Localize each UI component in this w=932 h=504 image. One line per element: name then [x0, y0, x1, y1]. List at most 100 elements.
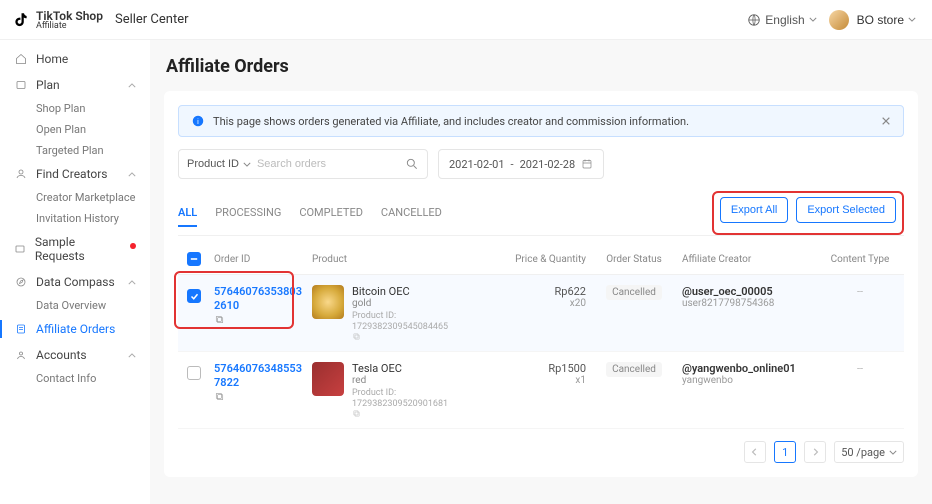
seller-center-label: Seller Center — [115, 12, 189, 27]
search-type-select[interactable]: Product ID — [187, 158, 251, 170]
creator-name: user8217798754368 — [682, 298, 812, 309]
sidebar-sub-shop-plan[interactable]: Shop Plan — [0, 98, 150, 119]
sidebar-item-label: Affiliate Orders — [36, 322, 115, 336]
tab-cancelled[interactable]: CANCELLED — [381, 200, 442, 227]
table-row: 576460763485537822 Tesla OEC red Product… — [178, 352, 904, 429]
sidebar-sub-open-plan[interactable]: Open Plan — [0, 119, 150, 140]
sidebar-item-label: Find Creators — [36, 167, 108, 181]
prev-page-button[interactable] — [744, 441, 766, 463]
date-separator: - — [511, 158, 514, 171]
content-type: -- — [857, 362, 863, 375]
home-icon — [14, 52, 28, 66]
sidebar-sub-contact-info[interactable]: Contact Info — [0, 368, 150, 389]
orders-card: i This page shows orders generated via A… — [164, 91, 918, 477]
product-id: Product ID: 1729382309545084465 — [352, 311, 448, 332]
search-input[interactable] — [257, 158, 399, 170]
store-selector[interactable]: BO store — [829, 10, 916, 30]
box-icon — [14, 242, 27, 256]
tabs-row: ALL PROCESSING COMPLETED CANCELLED Expor… — [178, 191, 904, 236]
select-all-checkbox[interactable] — [187, 252, 201, 266]
page-size-select[interactable]: 50 /page — [834, 441, 904, 463]
sidebar-sub-targeted-plan[interactable]: Targeted Plan — [0, 140, 150, 161]
product-name: Tesla OEC — [352, 362, 488, 375]
status-badge: Cancelled — [606, 362, 662, 377]
page-title: Affiliate Orders — [166, 56, 918, 77]
chevron-down-icon — [243, 162, 251, 167]
copy-icon[interactable] — [214, 391, 304, 402]
th-creator: Affiliate Creator — [682, 254, 812, 265]
chevron-up-icon — [128, 172, 136, 177]
export-highlight-box: Export All Export Selected — [712, 191, 904, 235]
plan-icon — [14, 78, 28, 92]
copy-icon[interactable] — [352, 332, 488, 341]
sidebar-item-label: Sample Requests — [35, 235, 121, 263]
row-checkbox[interactable] — [187, 289, 201, 303]
price: Rp1500 — [496, 362, 586, 375]
next-page-button[interactable] — [804, 441, 826, 463]
sidebar-item-affiliate-orders[interactable]: Affiliate Orders — [0, 316, 150, 342]
sidebar-item-data-compass[interactable]: Data Compass — [0, 269, 150, 295]
table-header-row: Order ID Product Price & Quantity Order … — [178, 244, 904, 275]
tab-processing[interactable]: PROCESSING — [215, 200, 281, 227]
tab-all[interactable]: ALL — [178, 200, 197, 227]
table-row: 576460763538032610 Bitcoin OEC gold Prod… — [178, 275, 904, 352]
sidebar-item-home[interactable]: Home — [0, 46, 150, 72]
price: Rp622 — [496, 285, 586, 298]
export-selected-button[interactable]: Export Selected — [796, 197, 896, 223]
th-order-id: Order ID — [214, 254, 304, 265]
sidebar-item-plan[interactable]: Plan — [0, 72, 150, 98]
search-type-label: Product ID — [187, 158, 239, 170]
th-content: Content Type — [820, 254, 900, 265]
chevron-up-icon — [128, 280, 136, 285]
tab-completed[interactable]: COMPLETED — [299, 200, 363, 227]
product-thumbnail — [312, 285, 344, 319]
sidebar-item-accounts[interactable]: Accounts — [0, 342, 150, 368]
close-icon[interactable] — [881, 116, 891, 126]
chevron-down-icon — [809, 17, 817, 22]
date-end: 2021-02-28 — [520, 158, 576, 171]
sidebar-sub-invitation-history[interactable]: Invitation History — [0, 208, 150, 229]
creator-handle: @yangwenbo_online01 — [682, 362, 812, 375]
sidebar-sub-creator-marketplace[interactable]: Creator Marketplace — [0, 187, 150, 208]
chevron-down-icon — [889, 450, 897, 455]
logo: TikTok Shop Affiliate — [12, 9, 103, 31]
chevron-down-icon — [908, 17, 916, 22]
sidebar-item-find-creators[interactable]: Find Creators — [0, 161, 150, 187]
chevron-up-icon — [128, 353, 136, 358]
export-all-button[interactable]: Export All — [720, 197, 788, 223]
sidebar-item-label: Accounts — [36, 348, 87, 362]
orders-icon — [14, 322, 28, 336]
orders-table: Order ID Product Price & Quantity Order … — [178, 244, 904, 429]
date-range-picker[interactable]: 2021-02-01 - 2021-02-28 — [438, 149, 604, 179]
notification-dot-icon — [130, 243, 136, 249]
page-number[interactable]: 1 — [774, 441, 796, 463]
product-thumbnail — [312, 362, 344, 396]
date-start: 2021-02-01 — [449, 158, 505, 171]
filters-row: Product ID 2021-02-01 - 2021-02-28 — [178, 149, 904, 179]
search-box: Product ID — [178, 149, 428, 179]
sidebar-item-label: Home — [36, 52, 68, 66]
chevron-up-icon — [128, 83, 136, 88]
language-selector[interactable]: English — [747, 13, 816, 27]
creator-handle: @user_oec_00005 — [682, 285, 812, 298]
quantity: x1 — [496, 375, 586, 386]
content-type: -- — [857, 285, 863, 298]
search-icon[interactable] — [405, 157, 419, 171]
order-id-link[interactable]: 576460763538032610 — [214, 285, 302, 312]
sidebar-item-sample-requests[interactable]: Sample Requests — [0, 229, 150, 269]
pagination: 1 50 /page — [178, 441, 904, 463]
order-id-link[interactable]: 576460763485537822 — [214, 362, 302, 389]
page-size-label: 50 /page — [841, 446, 885, 459]
store-name: BO store — [857, 13, 904, 27]
creator-name: yangwenbo — [682, 375, 812, 386]
sidebar-item-label: Data Compass — [36, 275, 115, 289]
sidebar: Home Plan Shop Plan Open Plan Targeted P… — [0, 40, 150, 504]
account-icon — [14, 348, 28, 362]
product-id: Product ID: 1729382309520901681 — [352, 388, 448, 409]
product-sku: gold — [352, 298, 488, 309]
copy-icon[interactable] — [214, 314, 304, 325]
globe-icon — [747, 13, 761, 27]
copy-icon[interactable] — [352, 409, 488, 418]
sidebar-sub-data-overview[interactable]: Data Overview — [0, 295, 150, 316]
row-checkbox[interactable] — [187, 366, 201, 380]
